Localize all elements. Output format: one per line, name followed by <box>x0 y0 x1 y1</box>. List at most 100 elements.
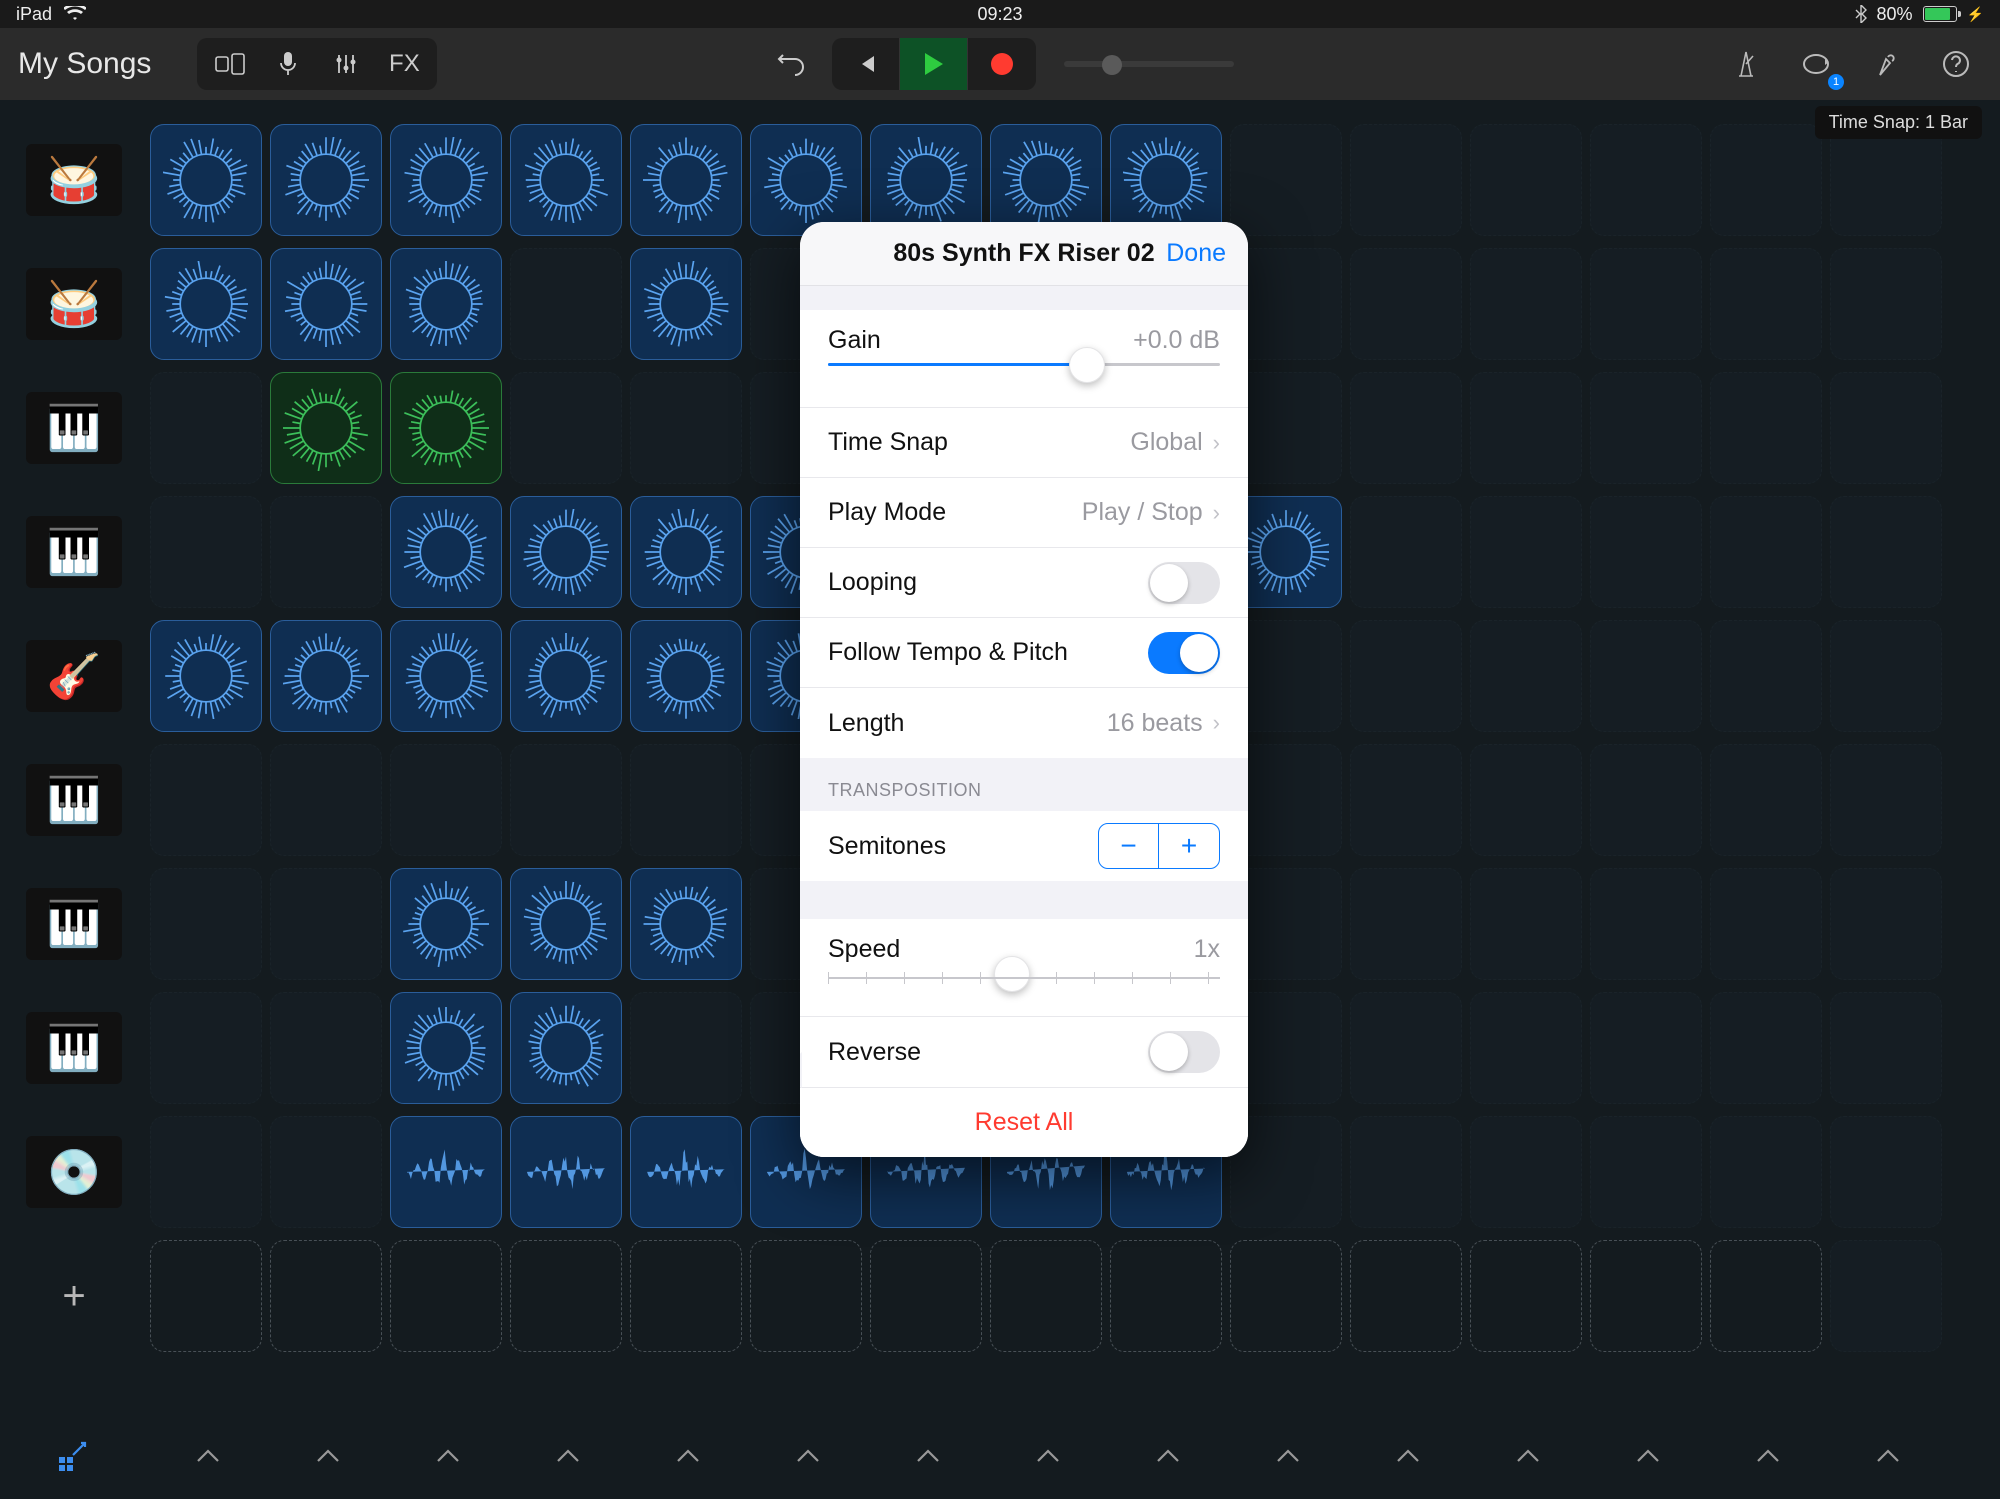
loop-cell[interactable] <box>1110 124 1222 236</box>
track-header[interactable]: 💿 <box>0 1110 148 1234</box>
column-trigger[interactable] <box>512 1426 624 1486</box>
loop-cell[interactable] <box>510 496 622 608</box>
browser-toggle-button[interactable] <box>201 42 259 86</box>
done-button[interactable]: Done <box>1166 239 1226 268</box>
loop-cell[interactable] <box>390 1116 502 1228</box>
loop-cell[interactable] <box>870 1240 982 1352</box>
loop-cell[interactable] <box>270 620 382 732</box>
loop-cell[interactable] <box>1710 124 1822 236</box>
loop-cell[interactable] <box>1710 248 1822 360</box>
loop-cell[interactable] <box>1470 744 1582 856</box>
column-trigger[interactable] <box>152 1426 264 1486</box>
loop-cell[interactable] <box>1710 620 1822 732</box>
track-header[interactable]: 🎹 <box>0 738 148 862</box>
loop-cell[interactable] <box>150 1116 262 1228</box>
column-trigger[interactable] <box>1352 1426 1464 1486</box>
loop-cell[interactable] <box>630 1240 742 1352</box>
play-button[interactable] <box>900 38 968 90</box>
loop-cell[interactable] <box>1470 868 1582 980</box>
loop-cell[interactable] <box>390 372 502 484</box>
column-trigger[interactable] <box>872 1426 984 1486</box>
loop-cell[interactable] <box>150 868 262 980</box>
loop-cell[interactable] <box>1470 372 1582 484</box>
grid-edit-button[interactable] <box>0 1439 148 1473</box>
loop-cell[interactable] <box>1350 248 1462 360</box>
loop-cell[interactable] <box>510 124 622 236</box>
loop-cell[interactable] <box>1470 1116 1582 1228</box>
loop-cell[interactable] <box>150 496 262 608</box>
loop-cell[interactable] <box>510 248 622 360</box>
loop-cell[interactable] <box>1710 868 1822 980</box>
loop-cell[interactable] <box>270 868 382 980</box>
loop-cell[interactable] <box>1350 620 1462 732</box>
track-header[interactable]: + <box>0 1234 148 1358</box>
loop-cell[interactable] <box>1590 620 1702 732</box>
track-header[interactable]: 🎹 <box>0 862 148 986</box>
loop-cell[interactable] <box>1470 124 1582 236</box>
column-trigger[interactable] <box>992 1426 1104 1486</box>
track-header[interactable]: 🎹 <box>0 366 148 490</box>
loop-cell[interactable] <box>1710 372 1822 484</box>
loop-cell[interactable] <box>630 744 742 856</box>
loop-cell[interactable] <box>630 248 742 360</box>
metronome-button[interactable] <box>1720 40 1772 88</box>
loop-cell[interactable] <box>1350 496 1462 608</box>
mixer-button[interactable] <box>317 42 375 86</box>
semitones-plus-button[interactable]: + <box>1159 824 1219 868</box>
loop-cell[interactable] <box>390 868 502 980</box>
loop-cell[interactable] <box>270 496 382 608</box>
master-volume-slider[interactable] <box>1064 61 1234 67</box>
loop-cell[interactable] <box>870 124 982 236</box>
follow-toggle[interactable] <box>1148 632 1220 674</box>
loop-cell[interactable] <box>1110 1240 1222 1352</box>
loop-cell[interactable] <box>990 124 1102 236</box>
loop-cell[interactable] <box>1830 868 1942 980</box>
loop-button[interactable]: 1 <box>1790 40 1842 88</box>
loop-cell[interactable] <box>1470 992 1582 1104</box>
instrument-thumb[interactable]: 🎹 <box>26 516 122 588</box>
loop-cell[interactable] <box>510 1240 622 1352</box>
speed-slider[interactable] <box>828 972 1220 996</box>
instrument-thumb[interactable]: 🎹 <box>26 764 122 836</box>
loop-cell[interactable] <box>1830 1240 1942 1352</box>
fx-button[interactable]: FX <box>375 42 433 86</box>
loop-cell[interactable] <box>1590 248 1702 360</box>
column-trigger[interactable] <box>1592 1426 1704 1486</box>
loop-cell[interactable] <box>150 620 262 732</box>
loop-cell[interactable] <box>1830 124 1942 236</box>
loop-cell[interactable] <box>510 744 622 856</box>
loop-cell[interactable] <box>630 868 742 980</box>
record-button[interactable] <box>968 38 1036 90</box>
back-to-songs[interactable]: My Songs <box>18 47 151 81</box>
loop-cell[interactable] <box>1590 496 1702 608</box>
column-trigger[interactable] <box>752 1426 864 1486</box>
loop-cell[interactable] <box>1590 1240 1702 1352</box>
loop-cell[interactable] <box>1830 496 1942 608</box>
loop-cell[interactable] <box>1710 1240 1822 1352</box>
loop-cell[interactable] <box>1350 868 1462 980</box>
length-row[interactable]: Length 16 beats › <box>800 688 1248 758</box>
column-trigger[interactable] <box>1832 1426 1944 1486</box>
track-header[interactable]: 🥁 <box>0 242 148 366</box>
column-trigger[interactable] <box>1472 1426 1584 1486</box>
loop-cell[interactable] <box>150 744 262 856</box>
loop-cell[interactable] <box>1830 1116 1942 1228</box>
gain-slider[interactable] <box>828 363 1220 387</box>
loop-cell[interactable] <box>1350 124 1462 236</box>
loop-cell[interactable] <box>630 496 742 608</box>
loop-cell[interactable] <box>510 372 622 484</box>
play-mode-row[interactable]: Play Mode Play / Stop › <box>800 478 1248 548</box>
loop-cell[interactable] <box>1830 992 1942 1104</box>
loop-cell[interactable] <box>1230 124 1342 236</box>
track-header[interactable]: 🎸 <box>0 614 148 738</box>
time-snap-row[interactable]: Time Snap Global › <box>800 408 1248 478</box>
loop-cell[interactable] <box>1710 992 1822 1104</box>
loop-cell[interactable] <box>1830 744 1942 856</box>
loop-cell[interactable] <box>1590 992 1702 1104</box>
loop-cell[interactable] <box>150 992 262 1104</box>
loop-cell[interactable] <box>630 620 742 732</box>
help-button[interactable] <box>1930 40 1982 88</box>
loop-cell[interactable] <box>390 1240 502 1352</box>
loop-cell[interactable] <box>270 744 382 856</box>
loop-cell[interactable] <box>1830 248 1942 360</box>
